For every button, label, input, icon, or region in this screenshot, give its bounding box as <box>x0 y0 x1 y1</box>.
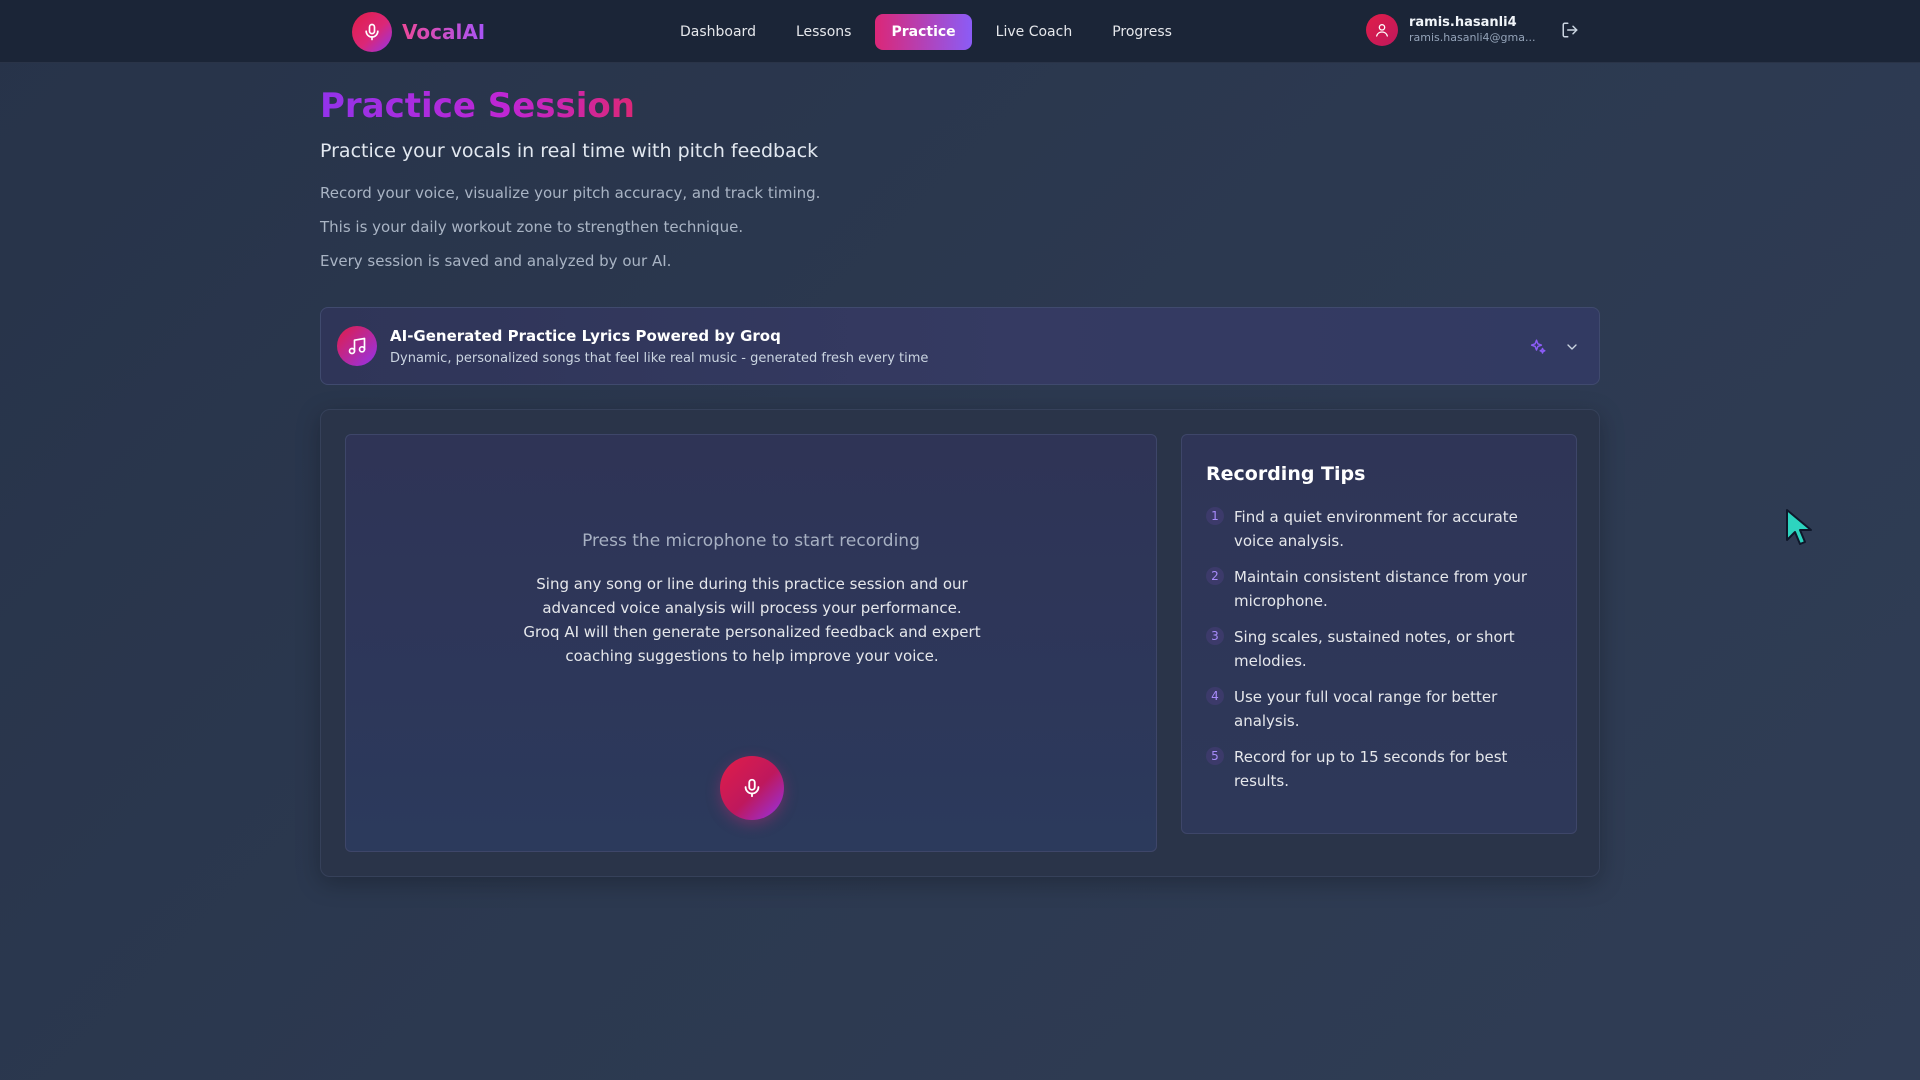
lyrics-banner-title: AI-Generated Practice Lyrics Powered by … <box>390 327 781 345</box>
tip-text: Maintain consistent distance from your m… <box>1234 568 1528 610</box>
lyrics-banner-subtitle: Dynamic, personalized songs that feel li… <box>390 351 929 366</box>
nav-link-live-coach[interactable]: Live Coach <box>980 14 1089 50</box>
main-nav: Dashboard Lessons Practice Live Coach Pr… <box>664 14 1188 50</box>
page-title: Practice Session <box>320 86 635 126</box>
tip-text: Use your full vocal range for better ana… <box>1234 688 1498 730</box>
tips-list: 1 Find a quiet environment for accurate … <box>1206 505 1556 805</box>
user-info: ramis.hasanli4 ramis.hasanli4@gma... <box>1409 15 1535 45</box>
nav-link-progress[interactable]: Progress <box>1096 14 1188 50</box>
user-icon[interactable] <box>1366 14 1398 46</box>
tip-item: 2 Maintain consistent distance from your… <box>1206 565 1556 613</box>
description-line: Record your voice, visualize your pitch … <box>320 184 821 202</box>
tip-number: 4 <box>1206 687 1224 705</box>
description-line: Every session is saved and analyzed by o… <box>320 252 672 270</box>
practice-card: Press the microphone to start recording … <box>320 409 1600 877</box>
tip-item: 3 Sing scales, sustained notes, or short… <box>1206 625 1556 673</box>
lyrics-banner[interactable]: AI-Generated Practice Lyrics Powered by … <box>320 307 1600 385</box>
sparkles-icon <box>1529 338 1547 356</box>
brand[interactable]: VocalAI <box>352 12 485 52</box>
tip-item: 1 Find a quiet environment for accurate … <box>1206 505 1556 553</box>
tip-item: 4 Use your full vocal range for better a… <box>1206 685 1556 733</box>
nav-link-dashboard[interactable]: Dashboard <box>664 14 772 50</box>
user-email: ramis.hasanli4@gma... <box>1409 31 1536 45</box>
recording-prompt: Press the microphone to start recording <box>582 531 920 551</box>
tip-text: Record for up to 15 seconds for best res… <box>1234 748 1508 790</box>
record-button[interactable] <box>720 756 784 820</box>
tips-title: Recording Tips <box>1206 463 1366 485</box>
brand-name: VocalAI <box>402 20 486 44</box>
logout-icon[interactable] <box>1560 20 1580 40</box>
nav-link-practice[interactable]: Practice <box>875 14 972 50</box>
user-name: ramis.hasanli4 <box>1409 15 1517 30</box>
description-line: This is your daily workout zone to stren… <box>320 218 744 236</box>
top-nav: VocalAI Dashboard Lessons Practice Live … <box>0 0 1920 63</box>
mouse-cursor-icon <box>1786 509 1812 545</box>
tip-text: Sing scales, sustained notes, or short m… <box>1234 628 1515 670</box>
tip-number: 2 <box>1206 567 1224 585</box>
tip-text: Find a quiet environment for accurate vo… <box>1234 508 1518 550</box>
tip-item: 5 Record for up to 15 seconds for best r… <box>1206 745 1556 793</box>
recording-description: Sing any song or line during this practi… <box>523 575 981 665</box>
chevron-down-icon[interactable] <box>1563 338 1581 356</box>
recording-tips-panel: Recording Tips 1 Find a quiet environmen… <box>1181 434 1577 834</box>
user-menu: ramis.hasanli4 ramis.hasanli4@gma... <box>1366 14 1580 46</box>
nav-link-lessons[interactable]: Lessons <box>780 14 868 50</box>
microphone-icon <box>741 777 763 799</box>
tip-number: 3 <box>1206 627 1224 645</box>
music-note-icon <box>337 326 377 366</box>
tip-number: 1 <box>1206 507 1224 525</box>
page-subtitle: Practice your vocals in real time with p… <box>320 140 819 162</box>
recording-panel: Press the microphone to start recording … <box>345 434 1157 852</box>
tip-number: 5 <box>1206 747 1224 765</box>
microphone-icon <box>352 12 392 52</box>
